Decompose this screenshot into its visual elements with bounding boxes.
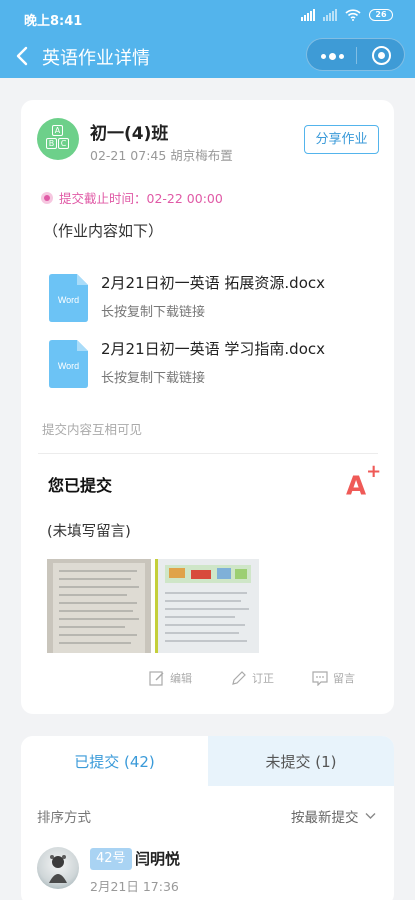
wifi-icon: [345, 9, 361, 21]
assignment-card: A B C 初一(4)班 02-21 07:45 胡京梅布置 分享作业 提交截止…: [21, 100, 394, 714]
grade-badge: A+: [346, 461, 381, 502]
capsule-divider: [356, 47, 357, 64]
submission-photo[interactable]: [47, 559, 151, 653]
student-submit-time: 2月21日 17:36: [90, 879, 179, 894]
page-title: 英语作业详情: [42, 48, 150, 69]
deadline-dot-icon: [41, 191, 53, 204]
signal-icon: [301, 9, 315, 21]
message-label: 留言: [333, 672, 355, 685]
deadline-text: 提交截止时间：02-22 00:00: [59, 191, 223, 206]
visibility-note: 提交内容互相可见: [42, 422, 143, 437]
content-hint: （作业内容如下）: [43, 222, 164, 240]
status-icons: 26: [301, 9, 393, 21]
class-avatar-icon: A B C: [37, 118, 79, 160]
file-item[interactable]: Word 2月21日初一英语 学习指南.docx 长按复制下载链接: [49, 338, 379, 394]
student-name: 闫明悦: [135, 850, 181, 868]
class-name: 初一(4)班: [90, 124, 169, 144]
tab-submitted[interactable]: 已提交 (42): [21, 736, 208, 786]
file-item[interactable]: Word 2月21日初一英语 拓展资源.docx 长按复制下载链接: [49, 272, 379, 328]
divider: [38, 453, 378, 454]
student-number-badge: 42号: [90, 848, 132, 870]
submission-title: 您已提交: [48, 476, 113, 495]
sort-label: 排序方式: [37, 810, 91, 826]
deadline-row: 提交截止时间：02-22 00:00: [41, 188, 223, 207]
file-name: 2月21日初一英语 拓展资源.docx: [101, 274, 325, 292]
edit-label: 编辑: [170, 672, 192, 685]
signal-icon-2: [323, 9, 337, 21]
pencil-icon: [232, 671, 246, 685]
photo-textbook-image: [155, 559, 259, 653]
word-file-icon: Word: [49, 274, 88, 322]
revise-label: 订正: [252, 672, 274, 685]
message-button[interactable]: 留言: [312, 670, 355, 686]
edit-button[interactable]: 编辑: [149, 670, 192, 686]
sort-dropdown[interactable]: 按最新提交: [291, 806, 376, 826]
status-time: 晚上8:41: [24, 14, 83, 29]
grade-letter: A: [346, 471, 367, 502]
share-button[interactable]: 分享作业: [304, 125, 379, 154]
assignment-meta: 02-21 07:45 胡京梅布置: [90, 148, 233, 163]
sort-value: 按最新提交: [291, 810, 359, 826]
tab-unsubmitted[interactable]: 未提交 (1): [208, 736, 394, 786]
status-bar: 晚上8:41 26: [0, 0, 415, 34]
word-file-icon: Word: [49, 340, 88, 388]
revise-button[interactable]: 订正: [231, 670, 274, 686]
avatar[interactable]: [37, 847, 79, 889]
close-miniprogram-icon[interactable]: [372, 46, 391, 65]
file-type-label: Word: [58, 295, 79, 305]
comment-icon: [312, 671, 328, 686]
file-name: 2月21日初一英语 学习指南.docx: [101, 340, 325, 358]
photo-worksheet-image: [47, 559, 151, 653]
back-icon[interactable]: [12, 44, 34, 68]
chevron-down-icon: [365, 813, 375, 819]
nav-bar: 英语作业详情: [0, 34, 415, 78]
file-type-label: Word: [58, 361, 79, 371]
submission-photo[interactable]: [155, 559, 259, 653]
battery-icon: 26: [369, 9, 393, 21]
submission-comment: (未填写留言): [47, 524, 131, 540]
file-hint: 长按复制下载链接: [101, 305, 206, 320]
grade-plus: +: [366, 461, 382, 482]
edit-icon: [149, 671, 164, 686]
more-icon[interactable]: [321, 53, 344, 60]
student-avatar-image: [49, 855, 67, 883]
submission-list-card: 已提交 (42) 未提交 (1) 排序方式 按最新提交 42号 闫明悦 2月21…: [21, 736, 394, 900]
miniprogram-capsule: [306, 38, 405, 71]
file-hint: 长按复制下载链接: [101, 371, 206, 386]
